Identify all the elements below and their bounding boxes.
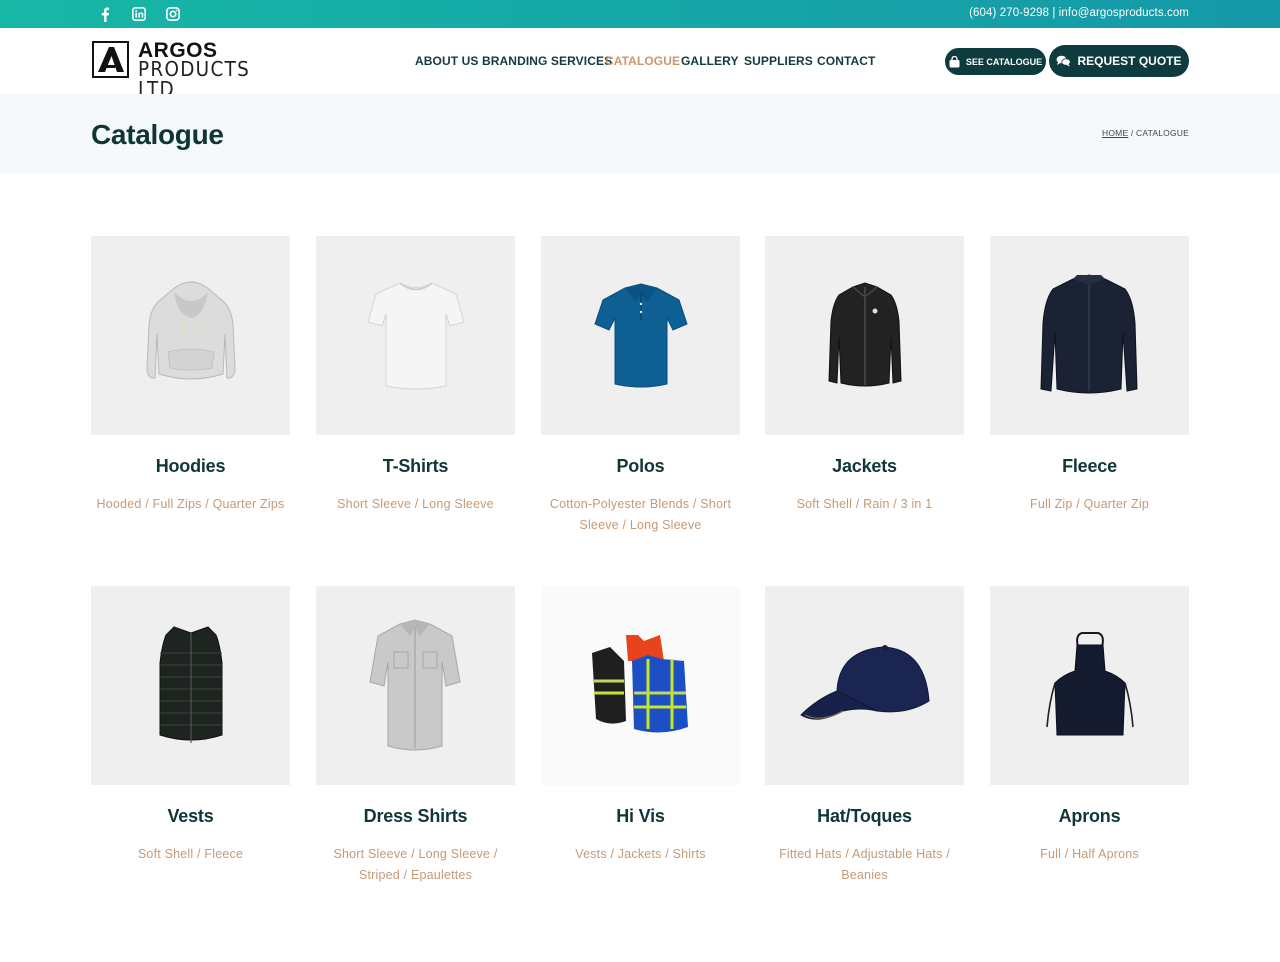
logo[interactable]: ARGOS PRODUCTS LTD — [92, 40, 274, 99]
nav-contact[interactable]: CONTACT — [817, 54, 875, 68]
category-title[interactable]: Dress Shirts — [316, 806, 515, 827]
hoodie-icon — [145, 281, 236, 379]
category-card-t-shirts[interactable]: T-Shirts Short Sleeve / Long Sleeve — [316, 236, 515, 515]
category-title[interactable]: Vests — [91, 806, 290, 827]
tshirt-icon — [366, 282, 465, 390]
nav-branding-services[interactable]: BRANDING SERVICES — [482, 54, 612, 68]
category-image[interactable] — [541, 236, 740, 435]
category-subtitle: Fitted Hats / Adjustable Hats / Beanies — [779, 847, 950, 882]
nav-catalogue[interactable]: CATALOGUE — [605, 54, 680, 68]
logo-text-line2: PRODUCTS LTD — [138, 57, 251, 101]
see-catalogue-label: SEE CATALOGUE — [965, 56, 1043, 67]
category-image[interactable] — [316, 586, 515, 785]
breadcrumb-home-link[interactable]: HOME — [1102, 128, 1128, 138]
category-title[interactable]: T-Shirts — [316, 456, 515, 477]
category-subtitle: Hooded / Full Zips / Quarter Zips — [96, 497, 285, 511]
shopping-bag-icon — [949, 55, 960, 67]
category-subtitle: Soft Shell / Rain / 3 in 1 — [796, 497, 933, 511]
breadcrumb-separator: / — [1128, 128, 1137, 138]
facebook-icon[interactable] — [97, 6, 113, 22]
category-card-hat-toques[interactable]: Hat/Toques Fitted Hats / Adjustable Hats… — [765, 586, 964, 886]
category-image[interactable] — [765, 586, 964, 785]
contact-info[interactable]: (604) 270-9298 | info@argosproducts.com — [969, 7, 1189, 19]
category-card-fleece[interactable]: Fleece Full Zip / Quarter Zip — [990, 236, 1189, 515]
polo-icon — [593, 282, 688, 387]
request-quote-button[interactable]: REQUEST QUOTE — [1049, 45, 1189, 77]
category-card-hoodies[interactable]: Hoodies Hooded / Full Zips / Quarter Zip… — [91, 236, 290, 515]
category-title[interactable]: Polos — [541, 456, 740, 477]
category-subtitle: Full / Half Aprons — [1040, 847, 1139, 861]
category-image[interactable] — [990, 586, 1189, 785]
breadcrumb: HOME / CATALOGUE — [1102, 128, 1189, 138]
see-catalogue-button[interactable]: SEE CATALOGUE — [945, 48, 1046, 75]
nav-about-us[interactable]: ABOUT US — [415, 54, 478, 68]
top-bar: (604) 270-9298 | info@argosproducts.com — [0, 0, 1280, 28]
category-title[interactable]: Fleece — [990, 456, 1189, 477]
jacket-icon — [827, 281, 902, 386]
nav-gallery[interactable]: GALLERY — [681, 54, 739, 68]
apron-icon — [1045, 631, 1134, 735]
category-subtitle: Full Zip / Quarter Zip — [1029, 497, 1149, 511]
fleece-icon — [1040, 274, 1138, 394]
hi-vis-icon — [592, 634, 688, 733]
linkedin-icon[interactable] — [131, 6, 147, 22]
request-quote-label: REQUEST QUOTE — [1077, 54, 1182, 68]
nav-suppliers[interactable]: SUPPLIERS — [744, 54, 813, 68]
category-card-vests[interactable]: Vests Soft Shell / Fleece — [91, 586, 290, 865]
logo-mark — [92, 41, 129, 78]
breadcrumb-current: CATALOGUE — [1136, 128, 1189, 138]
category-title[interactable]: Jackets — [765, 456, 964, 477]
category-subtitle: Cotton-Polyester Blends / Short Sleeve /… — [549, 497, 732, 532]
category-card-aprons[interactable]: Aprons Full / Half Aprons — [990, 586, 1189, 865]
category-image[interactable] — [91, 236, 290, 435]
category-title[interactable]: Hat/Toques — [765, 806, 964, 827]
category-subtitle: Short Sleeve / Long Sleeve / Striped / E… — [333, 847, 498, 882]
dress-shirt-icon — [369, 618, 461, 750]
category-image[interactable] — [316, 236, 515, 435]
vest-icon — [159, 626, 222, 743]
page-title: Catalogue — [91, 119, 224, 150]
category-title[interactable]: Aprons — [990, 806, 1189, 827]
instagram-icon[interactable] — [165, 6, 181, 22]
category-image[interactable] — [541, 586, 740, 785]
category-title[interactable]: Hoodies — [91, 456, 290, 477]
hat-icon — [800, 644, 930, 720]
category-subtitle: Short Sleeve / Long Sleeve — [337, 497, 494, 511]
category-subtitle: Soft Shell / Fleece — [137, 847, 244, 861]
category-card-polos[interactable]: Polos Cotton-Polyester Blends / Short Sl… — [541, 236, 740, 536]
category-image[interactable] — [990, 236, 1189, 435]
category-image[interactable] — [91, 586, 290, 785]
chat-bubbles-icon — [1056, 55, 1072, 67]
category-image[interactable] — [765, 236, 964, 435]
category-subtitle: Vests / Jackets / Shirts — [575, 847, 706, 861]
category-title[interactable]: Hi Vis — [541, 806, 740, 827]
category-card-jackets[interactable]: Jackets Soft Shell / Rain / 3 in 1 — [765, 236, 964, 515]
category-card-hi-vis[interactable]: Hi Vis Vests / Jackets / Shirts — [541, 586, 740, 865]
page-title-bar: Catalogue HOME / CATALOGUE — [0, 94, 1280, 174]
category-card-dress-shirts[interactable]: Dress Shirts Short Sleeve / Long Sleeve … — [316, 586, 515, 886]
